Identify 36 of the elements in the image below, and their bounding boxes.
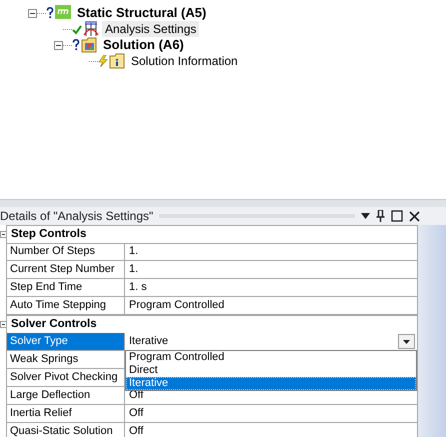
property-name[interactable]: Number Of Steps — [6, 243, 125, 261]
collapse-icon[interactable] — [0, 230, 7, 238]
caret-icon — [403, 340, 410, 344]
collapse-icon[interactable] — [54, 40, 63, 50]
property-value[interactable]: 1. s — [129, 281, 147, 293]
property-name[interactable]: Quasi-Static Solution — [6, 423, 125, 437]
panel-title: Details of "Analysis Settings" — [0, 209, 154, 223]
caret-icon[interactable] — [361, 213, 370, 219]
property-name[interactable]: Solver Type — [6, 333, 125, 351]
close-icon[interactable] — [409, 210, 420, 222]
tree-item[interactable]: Solution (A6) — [100, 37, 187, 53]
property-name[interactable]: Solver Pivot Checking — [6, 369, 125, 387]
property-name[interactable]: Large Deflection — [6, 387, 125, 405]
dropdown-option[interactable]: Direct — [126, 364, 416, 377]
property-value[interactable]: 1. — [129, 263, 138, 275]
property-name[interactable]: Auto Time Stepping — [6, 297, 125, 315]
property-value[interactable]: Program Controlled — [129, 299, 224, 311]
dropdown-button[interactable] — [398, 334, 415, 349]
collapse-icon[interactable] — [0, 320, 7, 328]
maximize-icon[interactable] — [391, 210, 403, 222]
property-name[interactable]: Step End Time — [6, 279, 125, 297]
dropdown-option[interactable]: Program Controlled — [126, 351, 416, 364]
tree-item[interactable]: Static Structural (A5) — [74, 5, 210, 21]
dropdown-field[interactable]: Iterative — [125, 333, 417, 350]
dropdown-option[interactable]: Iterative — [126, 377, 416, 390]
property-name[interactable]: Inertia Relief — [6, 405, 125, 423]
property-value[interactable]: 1. — [129, 245, 138, 257]
property-name[interactable]: Weak Springs — [6, 351, 125, 369]
property-value[interactable]: Off — [129, 407, 144, 419]
tree-item[interactable]: Solution Information — [128, 53, 241, 69]
collapse-icon[interactable] — [28, 8, 37, 18]
group-header[interactable]: Step Controls — [6, 224, 418, 244]
property-name[interactable]: Current Step Number — [6, 261, 125, 279]
tree-item[interactable]: Analysis Settings — [102, 21, 200, 37]
pin-icon[interactable] — [376, 210, 385, 222]
property-value[interactable]: Off — [129, 425, 144, 437]
